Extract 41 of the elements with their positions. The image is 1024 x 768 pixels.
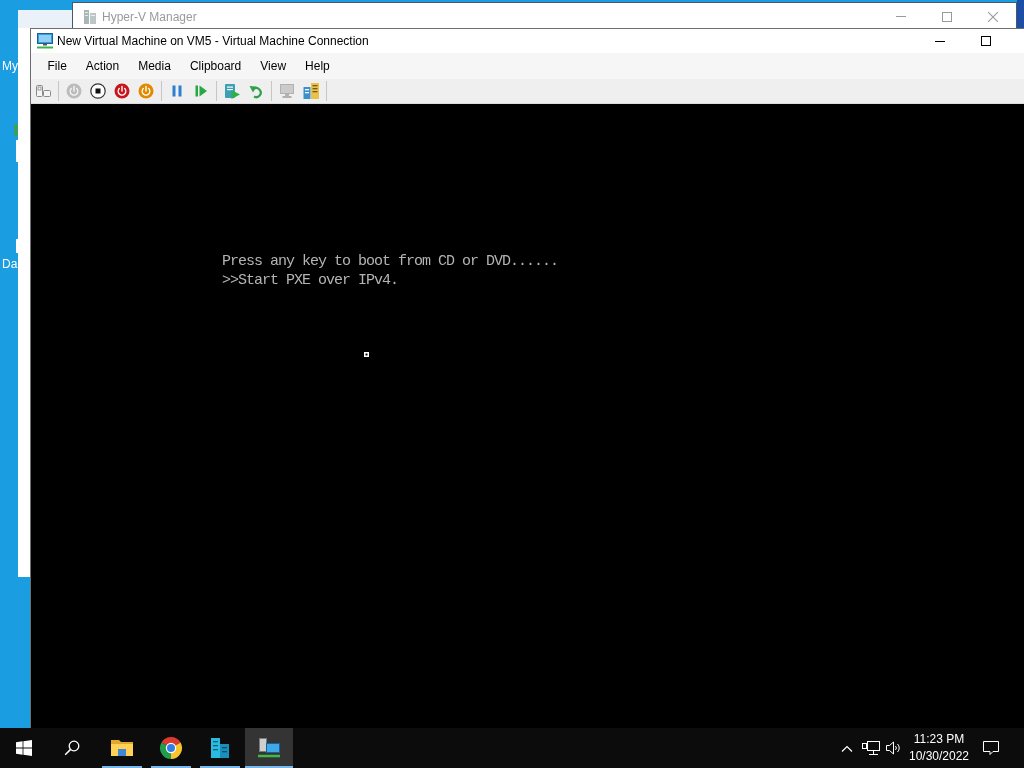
clipboard-icon [224,83,240,99]
app-icon [37,33,53,49]
maximize-icon [942,11,952,22]
clock[interactable]: 11:23 PM 10/30/2022 [904,728,974,768]
maximize-icon [981,36,991,46]
app-icon [83,8,97,25]
power-icon [66,83,82,99]
power-icon [114,83,130,99]
window-title: Hyper-V Manager [102,9,198,24]
monitor-icon [279,83,295,99]
console-text: Press any key to boot from CD or DVD...... [222,252,559,271]
volume-icon [885,740,901,756]
network-icon [862,740,880,756]
stop-icon [90,83,106,99]
minimize-icon [896,16,906,17]
menu-item[interactable]: Clipboard [180,55,251,77]
undo-icon [248,83,264,99]
notification-icon [982,740,1000,756]
menu-item[interactable]: Help [295,55,340,77]
browser-icon [159,736,183,760]
desktop-icon[interactable] [14,124,18,162]
menu-item[interactable]: View [250,55,296,77]
search-icon [64,740,80,756]
server-icon [208,736,232,760]
background-window [1017,0,1024,28]
minimize-icon [935,40,945,42]
windows-logo-icon [16,740,32,756]
chevron-up-icon [841,744,853,752]
close-icon [988,11,998,22]
taskbar-button[interactable] [245,728,293,768]
server-icon [303,83,319,99]
window-title: New Virtual Machine on VM5 - Virtual Machine Connection [57,34,370,48]
console-text: >>Start PXE over IPv4. [222,271,399,290]
menu-item[interactable]: Action [76,55,129,77]
play-icon [193,83,209,99]
menu-item[interactable]: File [38,55,77,77]
menu-item[interactable]: Media [128,55,181,77]
keys-icon [35,83,51,99]
power-icon [138,83,154,99]
cursor-icon [364,352,369,357]
computer-icon [257,736,281,760]
